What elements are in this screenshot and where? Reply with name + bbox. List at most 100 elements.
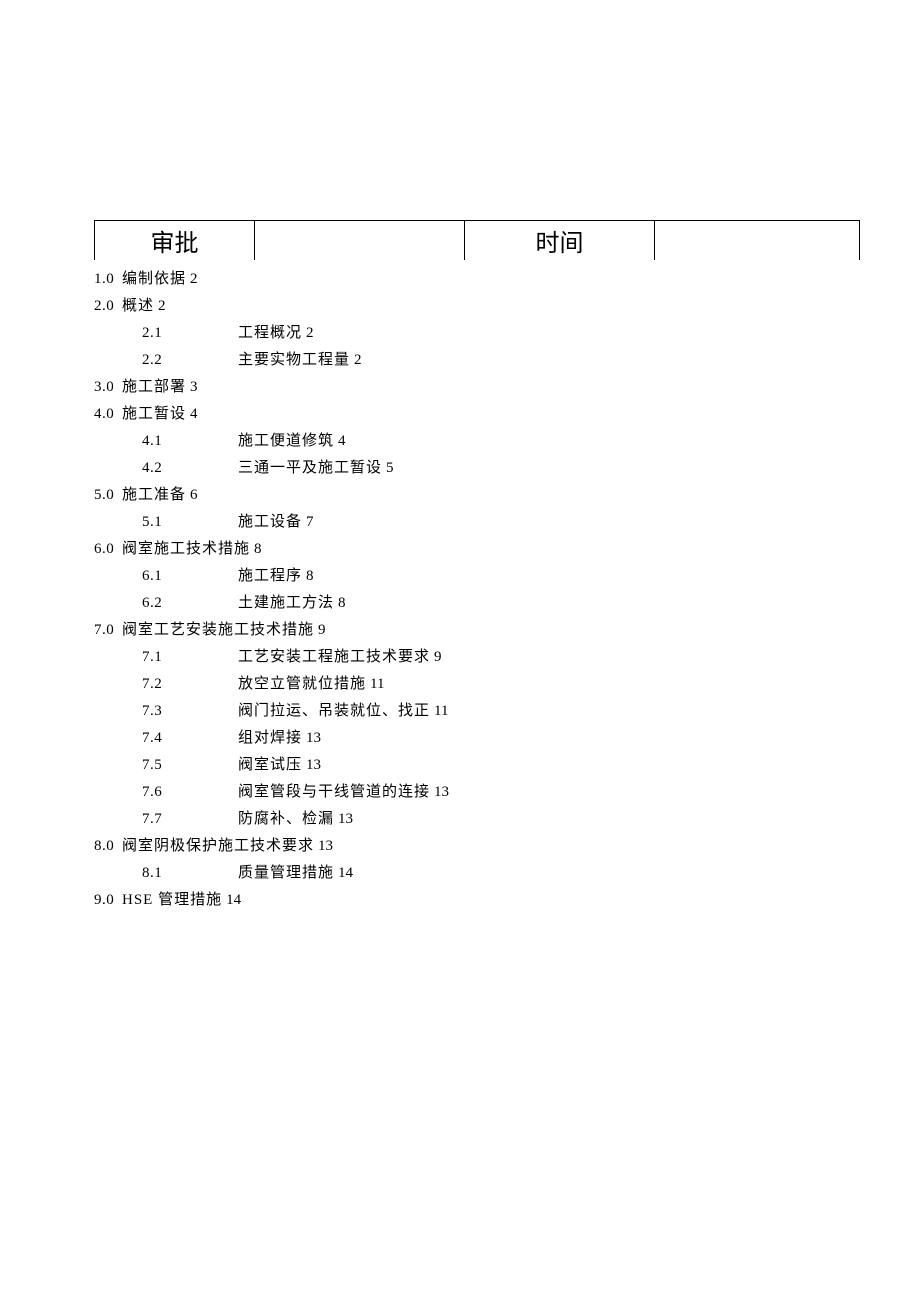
toc-page: 7 — [306, 509, 314, 536]
toc-entry: 7.3阀门拉运、吊装就位、找正11 — [94, 698, 860, 725]
toc-page: 2 — [158, 293, 166, 320]
approval-table: 审批 时间 — [94, 220, 860, 260]
toc-num: 7.7 — [142, 806, 238, 833]
toc-title: 施工暂设 — [122, 401, 186, 428]
toc-num: 8.0 — [94, 833, 122, 860]
toc-entry: 7.0阀室工艺安装施工技术措施9 — [94, 617, 860, 644]
toc-num: 5.1 — [142, 509, 238, 536]
toc-entry: 4.2三通一平及施工暂设5 — [94, 455, 860, 482]
toc-page: 8 — [306, 563, 314, 590]
toc-num: 6.2 — [142, 590, 238, 617]
toc-num: 7.6 — [142, 779, 238, 806]
toc-title: 施工设备 — [238, 509, 302, 536]
toc-page: 13 — [306, 725, 321, 752]
toc-title: 阀室施工技术措施 — [122, 536, 250, 563]
toc-title: 阀门拉运、吊装就位、找正 — [238, 698, 430, 725]
toc-entry: 7.7防腐补、检漏13 — [94, 806, 860, 833]
toc-title: 施工便道修筑 — [238, 428, 334, 455]
approval-label-cell: 审批 — [95, 221, 255, 261]
toc-num: 6.1 — [142, 563, 238, 590]
toc-num: 8.1 — [142, 860, 238, 887]
toc-page: 9 — [434, 644, 442, 671]
toc-title: 三通一平及施工暂设 — [238, 455, 382, 482]
toc-page: 13 — [434, 779, 449, 806]
toc-entry: 2.0概述2 — [94, 293, 860, 320]
toc-num: 1.0 — [94, 266, 122, 293]
toc-page: 11 — [370, 671, 384, 698]
time-label-cell: 时间 — [465, 221, 655, 261]
toc-num: 7.4 — [142, 725, 238, 752]
toc-num: 2.2 — [142, 347, 238, 374]
toc-entry: 6.2土建施工方法8 — [94, 590, 860, 617]
toc-title: 工程概况 — [238, 320, 302, 347]
toc-page: 11 — [434, 698, 448, 725]
toc-num: 4.2 — [142, 455, 238, 482]
toc-entry: 4.1施工便道修筑4 — [94, 428, 860, 455]
toc-entry: 2.1工程概况2 — [94, 320, 860, 347]
toc-title: 施工部署 — [122, 374, 186, 401]
toc-entry: 6.0阀室施工技术措施8 — [94, 536, 860, 563]
toc-entry: 2.2主要实物工程量2 — [94, 347, 860, 374]
toc-entry: 8.1质量管理措施14 — [94, 860, 860, 887]
time-value-cell — [655, 221, 860, 261]
toc-title: 防腐补、检漏 — [238, 806, 334, 833]
toc-title: 阀室管段与干线管道的连接 — [238, 779, 430, 806]
toc-entry: 6.1施工程序8 — [94, 563, 860, 590]
toc-num: 5.0 — [94, 482, 122, 509]
approval-value-cell — [255, 221, 465, 261]
toc-page: 9 — [318, 617, 326, 644]
toc-page: 5 — [386, 455, 394, 482]
toc-page: 6 — [190, 482, 198, 509]
toc-title: 主要实物工程量 — [238, 347, 350, 374]
toc-entry: 5.1施工设备7 — [94, 509, 860, 536]
toc-entry: 7.2放空立管就位措施11 — [94, 671, 860, 698]
toc-page: 4 — [338, 428, 346, 455]
toc-title: 土建施工方法 — [238, 590, 334, 617]
toc-entry: 7.1工艺安装工程施工技术要求9 — [94, 644, 860, 671]
toc-page: 2 — [354, 347, 362, 374]
toc-num: 7.3 — [142, 698, 238, 725]
toc-num: 4.0 — [94, 401, 122, 428]
time-label: 时间 — [536, 231, 584, 257]
document-page: 审批 时间 1.0编制依据2 2.0概述2 2.1工程概况2 2.2主要实物工程… — [0, 0, 920, 914]
toc-num: 7.1 — [142, 644, 238, 671]
toc-title: 概述 — [122, 293, 154, 320]
toc-page: 8 — [338, 590, 346, 617]
toc-entry: 1.0编制依据2 — [94, 266, 860, 293]
toc-title: 施工准备 — [122, 482, 186, 509]
toc-title: 阀室工艺安装施工技术措施 — [122, 617, 314, 644]
toc-page: 4 — [190, 401, 198, 428]
toc-num: 4.1 — [142, 428, 238, 455]
toc-title: HSE 管理措施 — [122, 887, 222, 914]
toc-title: 放空立管就位措施 — [238, 671, 366, 698]
toc-entry: 7.6阀室管段与干线管道的连接13 — [94, 779, 860, 806]
toc-page: 3 — [190, 374, 198, 401]
toc-entry: 4.0施工暂设4 — [94, 401, 860, 428]
toc-entry: 7.5阀室试压13 — [94, 752, 860, 779]
toc-num: 2.0 — [94, 293, 122, 320]
toc-num: 7.5 — [142, 752, 238, 779]
toc-num: 7.2 — [142, 671, 238, 698]
toc-num: 7.0 — [94, 617, 122, 644]
toc-title: 编制依据 — [122, 266, 186, 293]
toc-num: 3.0 — [94, 374, 122, 401]
toc-page: 2 — [306, 320, 314, 347]
toc-title: 工艺安装工程施工技术要求 — [238, 644, 430, 671]
toc-entry: 9.0HSE 管理措施14 — [94, 887, 860, 914]
toc-title: 组对焊接 — [238, 725, 302, 752]
toc-page: 13 — [306, 752, 321, 779]
toc-title: 施工程序 — [238, 563, 302, 590]
toc-page: 14 — [226, 887, 241, 914]
toc-entry: 8.0阀室阴极保护施工技术要求13 — [94, 833, 860, 860]
toc-title: 质量管理措施 — [238, 860, 334, 887]
toc-page: 13 — [318, 833, 333, 860]
toc-page: 8 — [254, 536, 262, 563]
toc-num: 2.1 — [142, 320, 238, 347]
toc-num: 6.0 — [94, 536, 122, 563]
approval-label: 审批 — [151, 231, 199, 257]
toc-title: 阀室试压 — [238, 752, 302, 779]
toc-page: 2 — [190, 266, 198, 293]
toc-num: 9.0 — [94, 887, 122, 914]
toc-entry: 3.0施工部署3 — [94, 374, 860, 401]
toc-entry: 7.4组对焊接13 — [94, 725, 860, 752]
